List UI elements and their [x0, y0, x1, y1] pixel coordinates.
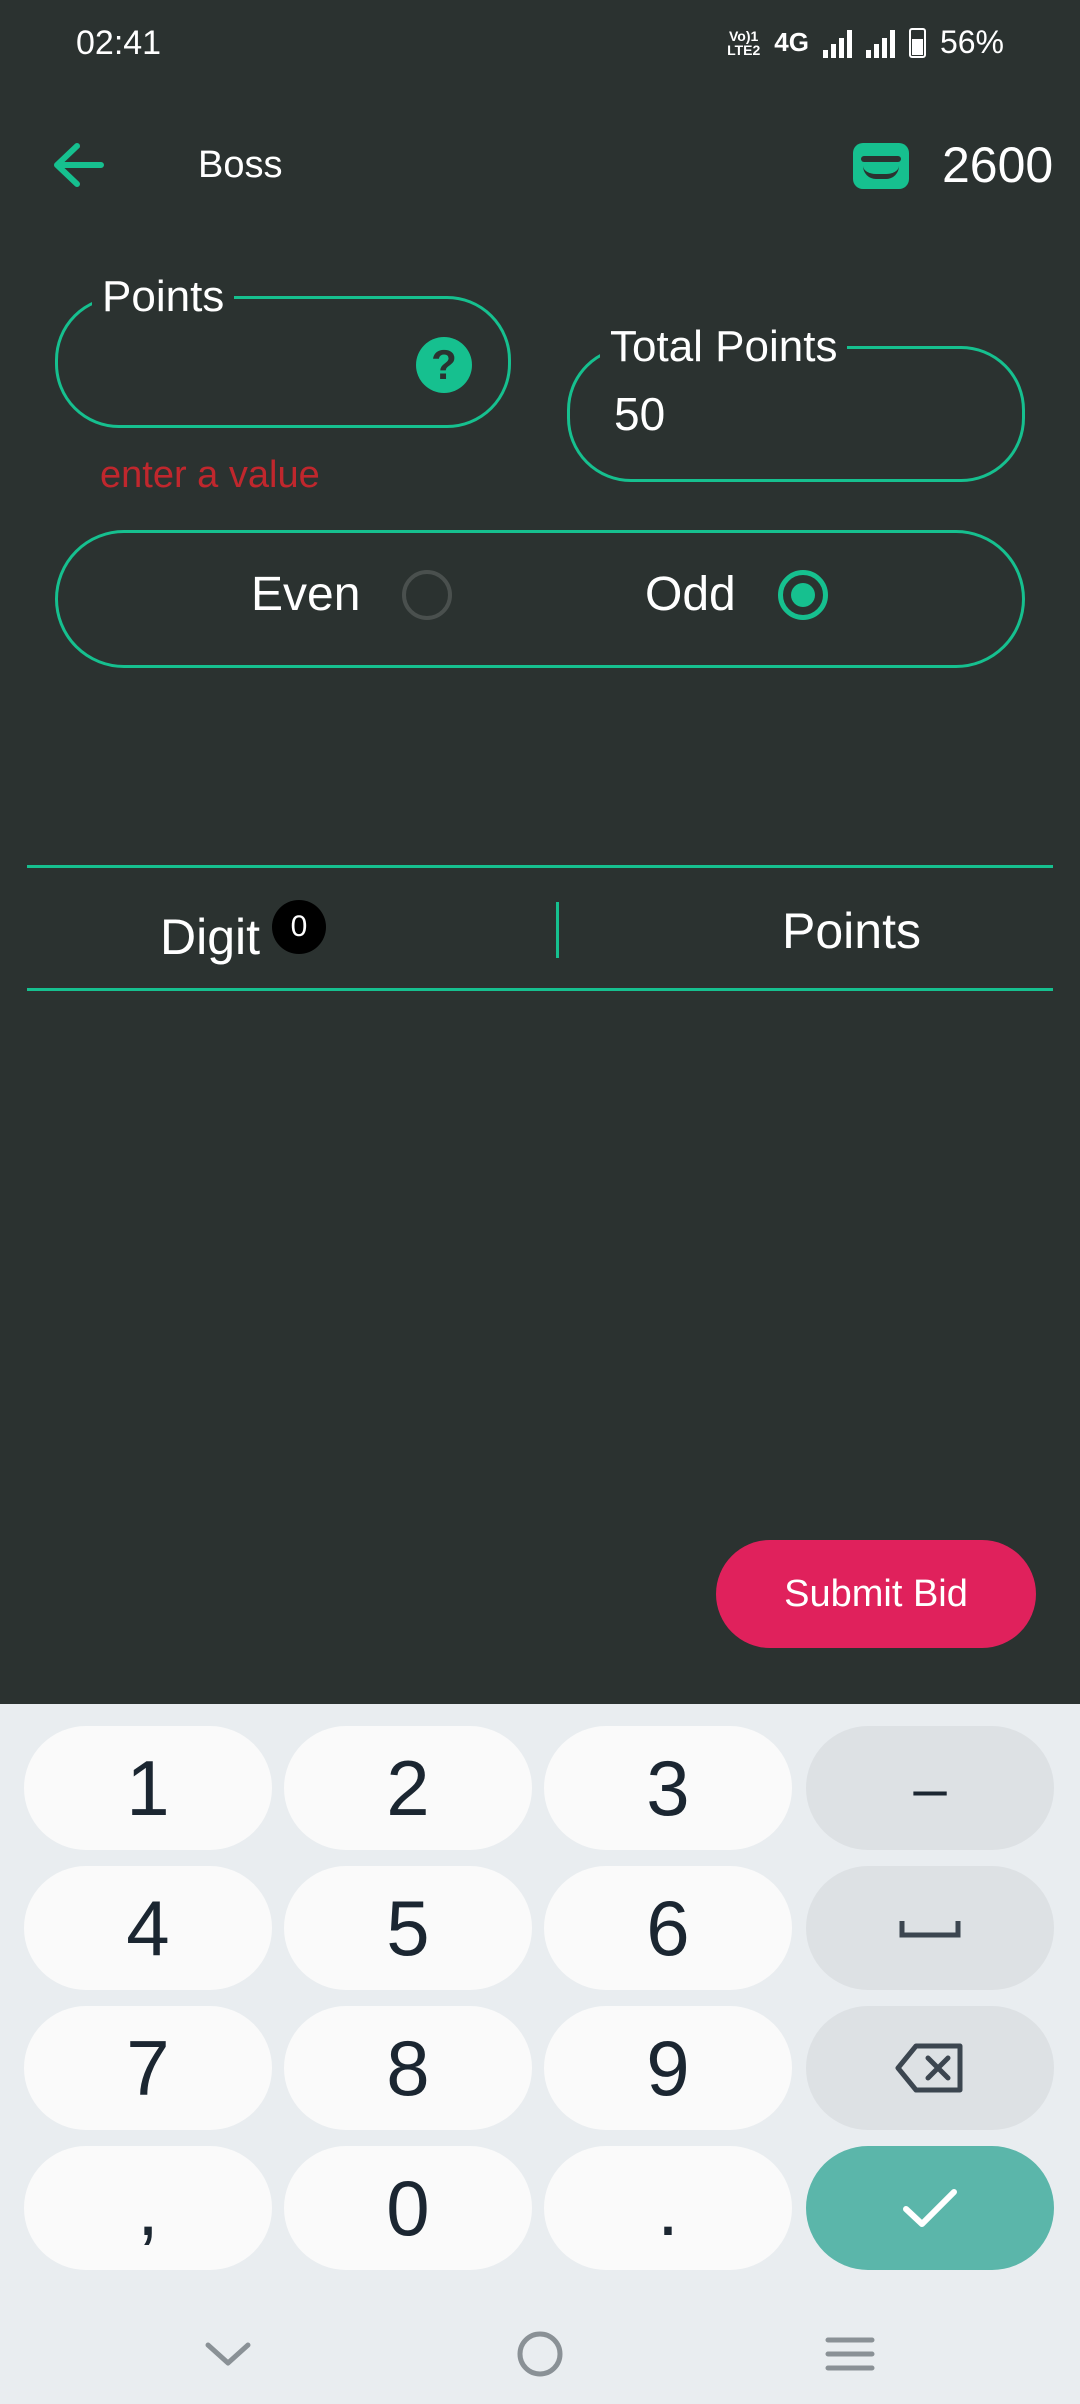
nav-hide-keyboard[interactable]: [188, 2314, 268, 2394]
home-circle-icon: [517, 2331, 563, 2377]
radio-even[interactable]: Even: [251, 567, 453, 622]
signal-icon-2: [865, 28, 895, 58]
points-error: enter a value: [100, 454, 320, 496]
status-icons: Vo)1 LTE2 4G 56%: [727, 24, 1004, 61]
points-label: Points: [92, 273, 235, 321]
radio-odd-label: Odd: [645, 568, 736, 621]
key-9[interactable]: 9: [544, 2006, 792, 2130]
system-nav-bar: [0, 2294, 1080, 2404]
column-divider: [556, 902, 559, 958]
points-input[interactable]: Points ?: [55, 273, 511, 428]
nav-recents[interactable]: [810, 2314, 890, 2394]
total-points-label: Total Points: [600, 323, 848, 371]
key-5[interactable]: 5: [284, 1866, 532, 1990]
key-0[interactable]: 0: [284, 2146, 532, 2270]
page-title: Boss: [198, 144, 283, 186]
column-digit: Digit: [160, 909, 261, 965]
table-bottom-divider: [27, 988, 1053, 991]
backspace-icon: [895, 2043, 963, 2093]
network-type: 4G: [774, 27, 809, 57]
key-8[interactable]: 8: [284, 2006, 532, 2130]
even-odd-selector: Even Odd: [55, 530, 1025, 668]
radio-even-label: Even: [251, 568, 361, 621]
radio-checked-icon[interactable]: [777, 569, 828, 620]
key-3[interactable]: 3: [544, 1726, 792, 1850]
space-icon: [899, 1921, 961, 1938]
column-points: Points: [782, 903, 921, 959]
digit-count-badge: 0: [272, 900, 326, 954]
status-time: 02:41: [76, 24, 162, 62]
key-4[interactable]: 4: [24, 1866, 272, 1990]
key-minus[interactable]: –: [806, 1726, 1054, 1850]
key-comma[interactable]: ,: [24, 2146, 272, 2270]
key-period[interactable]: .: [544, 2146, 792, 2270]
key-6[interactable]: 6: [544, 1866, 792, 1990]
back-button[interactable]: [44, 130, 114, 200]
radio-odd[interactable]: Odd: [645, 567, 828, 622]
wallet-icon[interactable]: [853, 143, 909, 189]
battery-percent: 56%: [939, 24, 1004, 60]
key-7[interactable]: 7: [24, 2006, 272, 2130]
table-top-divider: [27, 865, 1053, 868]
help-icon[interactable]: ?: [416, 337, 472, 393]
key-backspace[interactable]: [806, 2006, 1054, 2130]
arrow-left-icon: [54, 143, 104, 187]
radio-unchecked-icon[interactable]: [402, 569, 453, 620]
signal-icon: [822, 28, 852, 58]
total-points-field: Total Points 50: [567, 323, 1025, 482]
menu-icon: [825, 2337, 875, 2371]
chevron-down-icon: [205, 2342, 251, 2366]
volte-indicator: Vo)1 LTE2: [727, 27, 761, 58]
battery-icon: [908, 27, 926, 58]
submit-bid-button[interactable]: Submit Bid: [716, 1540, 1036, 1648]
check-icon: [903, 2189, 957, 2227]
key-enter[interactable]: [806, 2146, 1054, 2270]
key-space[interactable]: [806, 1866, 1054, 1990]
key-1[interactable]: 1: [24, 1726, 272, 1850]
key-2[interactable]: 2: [284, 1726, 532, 1850]
nav-home[interactable]: [500, 2314, 580, 2394]
total-points-value: 50: [614, 388, 666, 440]
wallet-balance: 2600: [942, 137, 1054, 193]
